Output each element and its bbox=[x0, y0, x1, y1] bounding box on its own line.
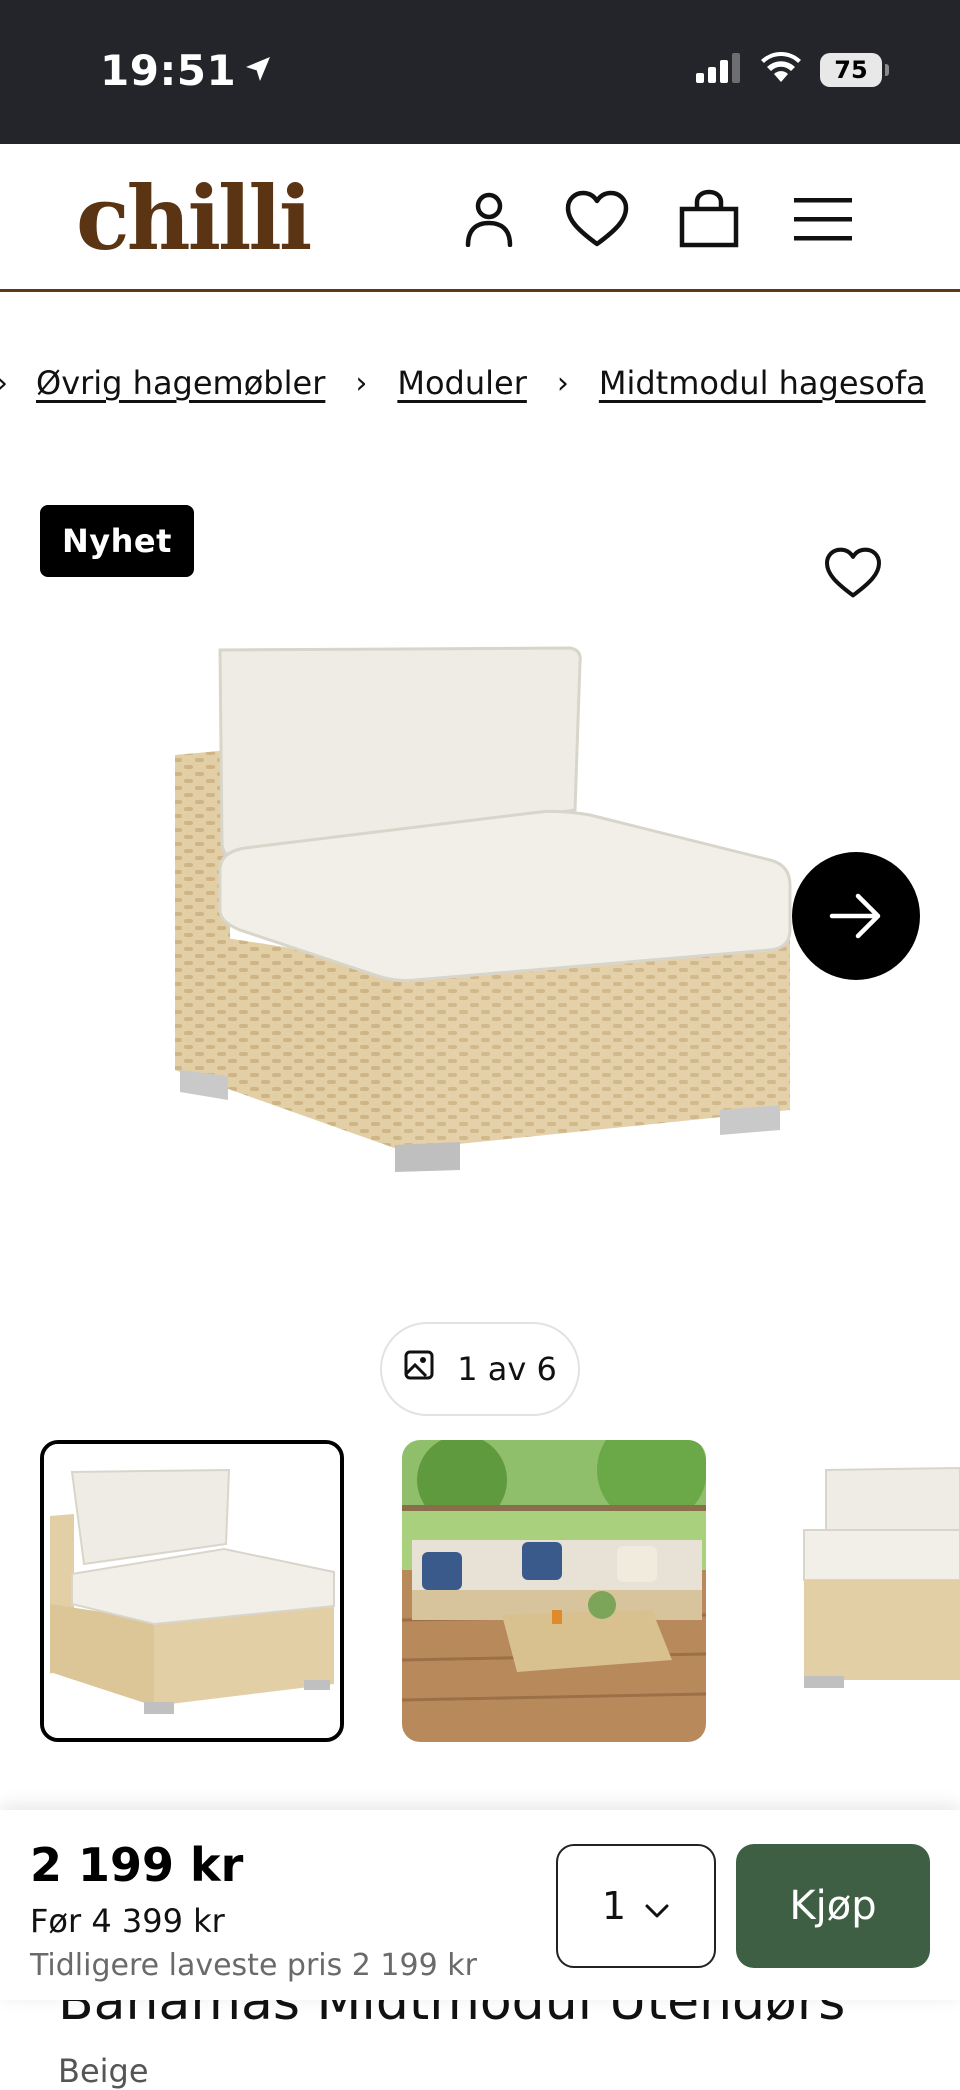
new-badge: Nyhet bbox=[40, 505, 194, 577]
current-price: 2 199 kr bbox=[30, 1838, 244, 1892]
heart-icon[interactable] bbox=[562, 184, 632, 254]
status-time: 19:51 bbox=[100, 46, 274, 95]
breadcrumb-link-moduler[interactable]: Moduler bbox=[397, 364, 527, 402]
product-color: Beige bbox=[58, 2052, 149, 2090]
thumbnail-2[interactable] bbox=[402, 1440, 706, 1742]
image-gallery-icon bbox=[403, 1349, 435, 1389]
product-main-image[interactable] bbox=[150, 630, 800, 1200]
thumbnail-1[interactable] bbox=[40, 1440, 344, 1742]
signal-icon bbox=[696, 53, 742, 87]
lowest-price-note: Tidligere laveste pris 2 199 kr bbox=[30, 1948, 477, 1983]
image-counter-label: 1 av 6 bbox=[457, 1350, 557, 1388]
status-icons: 75 bbox=[696, 52, 889, 88]
battery-icon: 75 bbox=[820, 53, 889, 87]
wifi-icon bbox=[760, 52, 802, 88]
chilli-logo[interactable]: chilli bbox=[76, 166, 312, 270]
image-counter[interactable]: 1 av 6 bbox=[380, 1322, 580, 1416]
chevron-right-icon: › bbox=[355, 365, 368, 401]
user-icon[interactable] bbox=[454, 184, 524, 254]
chevron-down-icon bbox=[644, 1884, 670, 1928]
breadcrumb-link-midtmodul-hagesofa[interactable]: Midtmodul hagesofa bbox=[599, 364, 926, 402]
thumbnail-3[interactable] bbox=[798, 1440, 960, 1742]
site-header: chilli bbox=[0, 144, 960, 292]
sticky-buy-bar: 2 199 kr Før 4 399 kr Tidligere laveste … bbox=[0, 1810, 960, 2000]
menu-icon[interactable] bbox=[788, 184, 858, 254]
breadcrumb: › Øvrig hagemøbler › Moduler › Midtmodul… bbox=[0, 358, 960, 408]
status-bar: 19:51 75 bbox=[0, 0, 960, 144]
battery-level: 75 bbox=[834, 56, 868, 84]
chevron-right-icon: › bbox=[556, 365, 569, 401]
location-arrow-icon bbox=[242, 46, 274, 95]
favorite-heart-icon[interactable] bbox=[818, 538, 888, 608]
status-time-label: 19:51 bbox=[100, 46, 237, 95]
breadcrumb-link-ovrig-hagemobler[interactable]: Øvrig hagemøbler bbox=[36, 364, 325, 402]
quantity-select[interactable]: 1 bbox=[556, 1844, 716, 1968]
arrow-right-icon bbox=[829, 893, 881, 939]
old-price: Før 4 399 kr bbox=[30, 1902, 225, 1940]
chevron-right-icon: › bbox=[0, 366, 8, 401]
next-image-button[interactable] bbox=[792, 852, 920, 980]
buy-button[interactable]: Kjøp bbox=[736, 1844, 930, 1968]
quantity-value: 1 bbox=[601, 1884, 627, 1928]
shopping-bag-icon[interactable] bbox=[674, 184, 744, 254]
